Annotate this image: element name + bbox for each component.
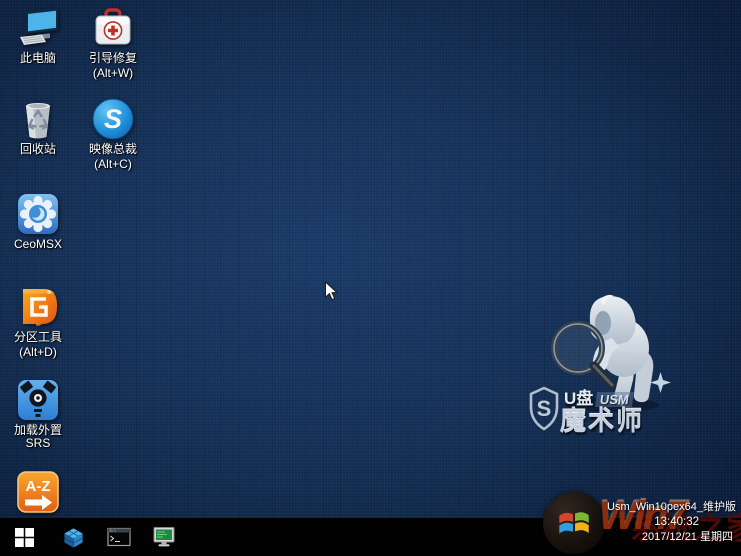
remote-pc-icon bbox=[152, 525, 176, 549]
usm-magician-watermark: S U盘USM 魔术师 bbox=[520, 292, 690, 444]
clock-date: 2017/12/21 星期四 bbox=[568, 530, 738, 545]
desktop-icon-sgi[interactable]: S 映像总裁 (Alt+C) bbox=[77, 97, 149, 171]
desktop-icon-ceomsx[interactable]: CeoMSX bbox=[2, 192, 74, 251]
desktop-icon-hotkey: (Alt+W) bbox=[77, 67, 149, 80]
taskbar-item-remote-pc[interactable] bbox=[149, 518, 179, 556]
first-aid-kit-icon bbox=[91, 6, 135, 50]
win7-home-watermark: 系统之家 Win7 bbox=[0, 0, 741, 556]
start-button[interactable] bbox=[0, 518, 48, 556]
mouse-cursor bbox=[324, 281, 339, 307]
recycle-bin-icon bbox=[16, 97, 60, 141]
taskbar-item-pecmd[interactable] bbox=[58, 518, 88, 556]
desktop-icon-label: 分区工具 bbox=[2, 331, 74, 344]
clock-time: 13:40:32 bbox=[568, 515, 738, 530]
desktop-icon-label: 加载外置SRS bbox=[2, 424, 74, 450]
clock-info: Usm_Win10pex64_维护版 13:40:32 2017/12/21 星… bbox=[568, 500, 738, 545]
pe-desktop: 此电脑 引导修复 (Alt+W) bbox=[0, 0, 741, 556]
desktop-icon-label: 映像总裁 bbox=[77, 143, 149, 156]
desktop-icon-label: 回收站 bbox=[2, 143, 74, 156]
build-name: Usm_Win10pex64_维护版 bbox=[568, 500, 738, 515]
desktop-icon-hotkey: (Alt+C) bbox=[77, 158, 149, 171]
diskgenius-icon bbox=[16, 285, 60, 329]
windows-start-icon bbox=[15, 528, 34, 547]
desktop-icon-az[interactable]: A-Z bbox=[2, 470, 74, 516]
desktop-icon-boot-repair[interactable]: 引导修复 (Alt+W) bbox=[77, 6, 149, 80]
desktop-icon-recycle-bin[interactable]: 回收站 bbox=[2, 97, 74, 156]
command-prompt-icon: C:\ bbox=[107, 525, 131, 549]
svg-text:C:\: C:\ bbox=[110, 529, 116, 534]
sgi-disc-icon: S bbox=[91, 97, 135, 141]
usm-shield-icon: S bbox=[528, 386, 560, 437]
taskbar-item-cmd[interactable]: C:\ bbox=[104, 518, 134, 556]
this-pc-icon bbox=[16, 6, 60, 50]
az-run-icon: A-Z bbox=[16, 470, 60, 514]
desktop-icon-label: 引导修复 bbox=[77, 52, 149, 65]
cube-pecmd-icon bbox=[62, 526, 85, 549]
firewire-srs-icon bbox=[16, 378, 60, 422]
usm-brand-magician: 魔术师 bbox=[560, 401, 644, 438]
desktop-icon-label: 此电脑 bbox=[2, 52, 74, 65]
desktop-icon-hotkey: (Alt+D) bbox=[2, 346, 74, 359]
desktop-icon-label: CeoMSX bbox=[2, 238, 74, 251]
svg-text:S: S bbox=[537, 396, 552, 421]
ceomsx-gear-icon bbox=[16, 192, 60, 236]
desktop-icon-diskgenius[interactable]: 分区工具 (Alt+D) bbox=[2, 285, 74, 359]
svg-text:S: S bbox=[104, 104, 122, 134]
desktop-icon-load-srs[interactable]: 加载外置SRS bbox=[2, 378, 74, 450]
desktop-icon-this-pc[interactable]: 此电脑 bbox=[2, 6, 74, 65]
svg-text:A-Z: A-Z bbox=[26, 478, 51, 495]
